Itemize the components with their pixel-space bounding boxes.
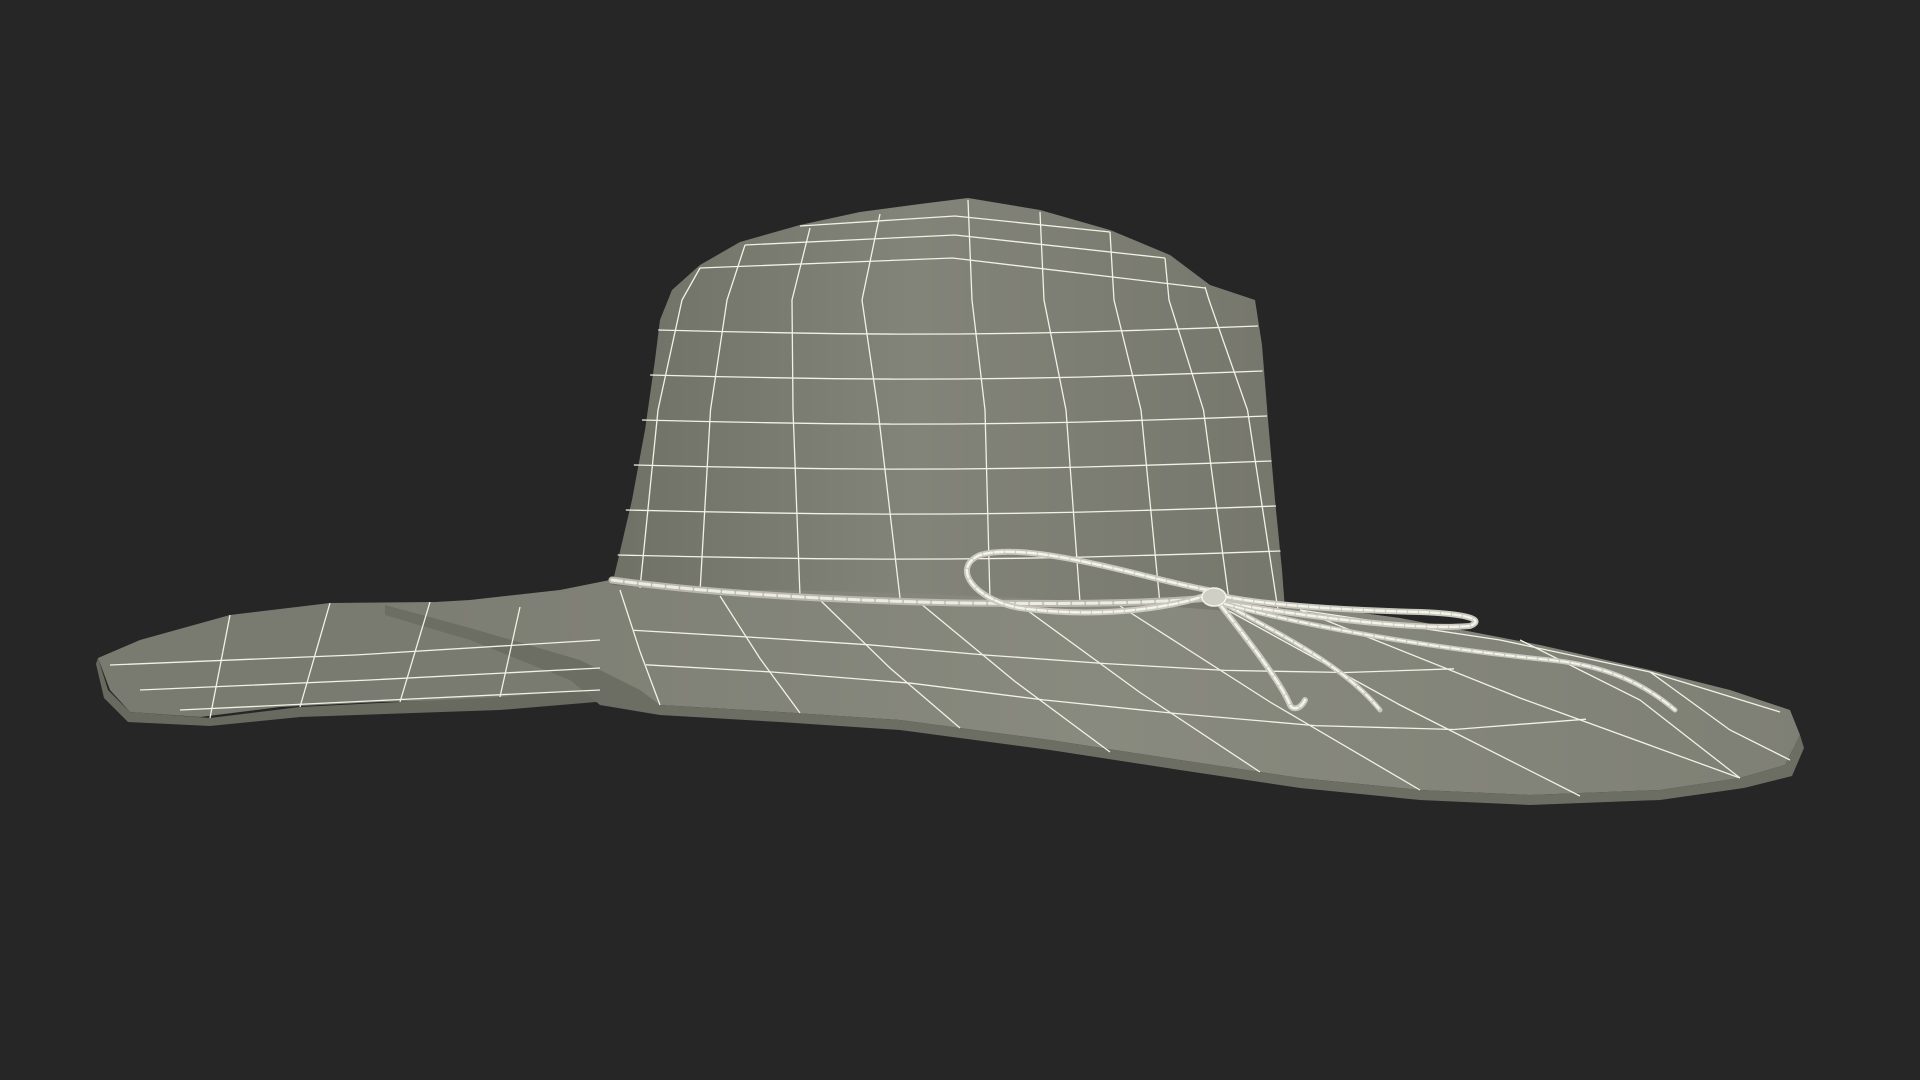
hat-wireframe-render (0, 0, 1920, 1080)
bow-knot (1201, 587, 1227, 607)
render-viewport (0, 0, 1920, 1080)
